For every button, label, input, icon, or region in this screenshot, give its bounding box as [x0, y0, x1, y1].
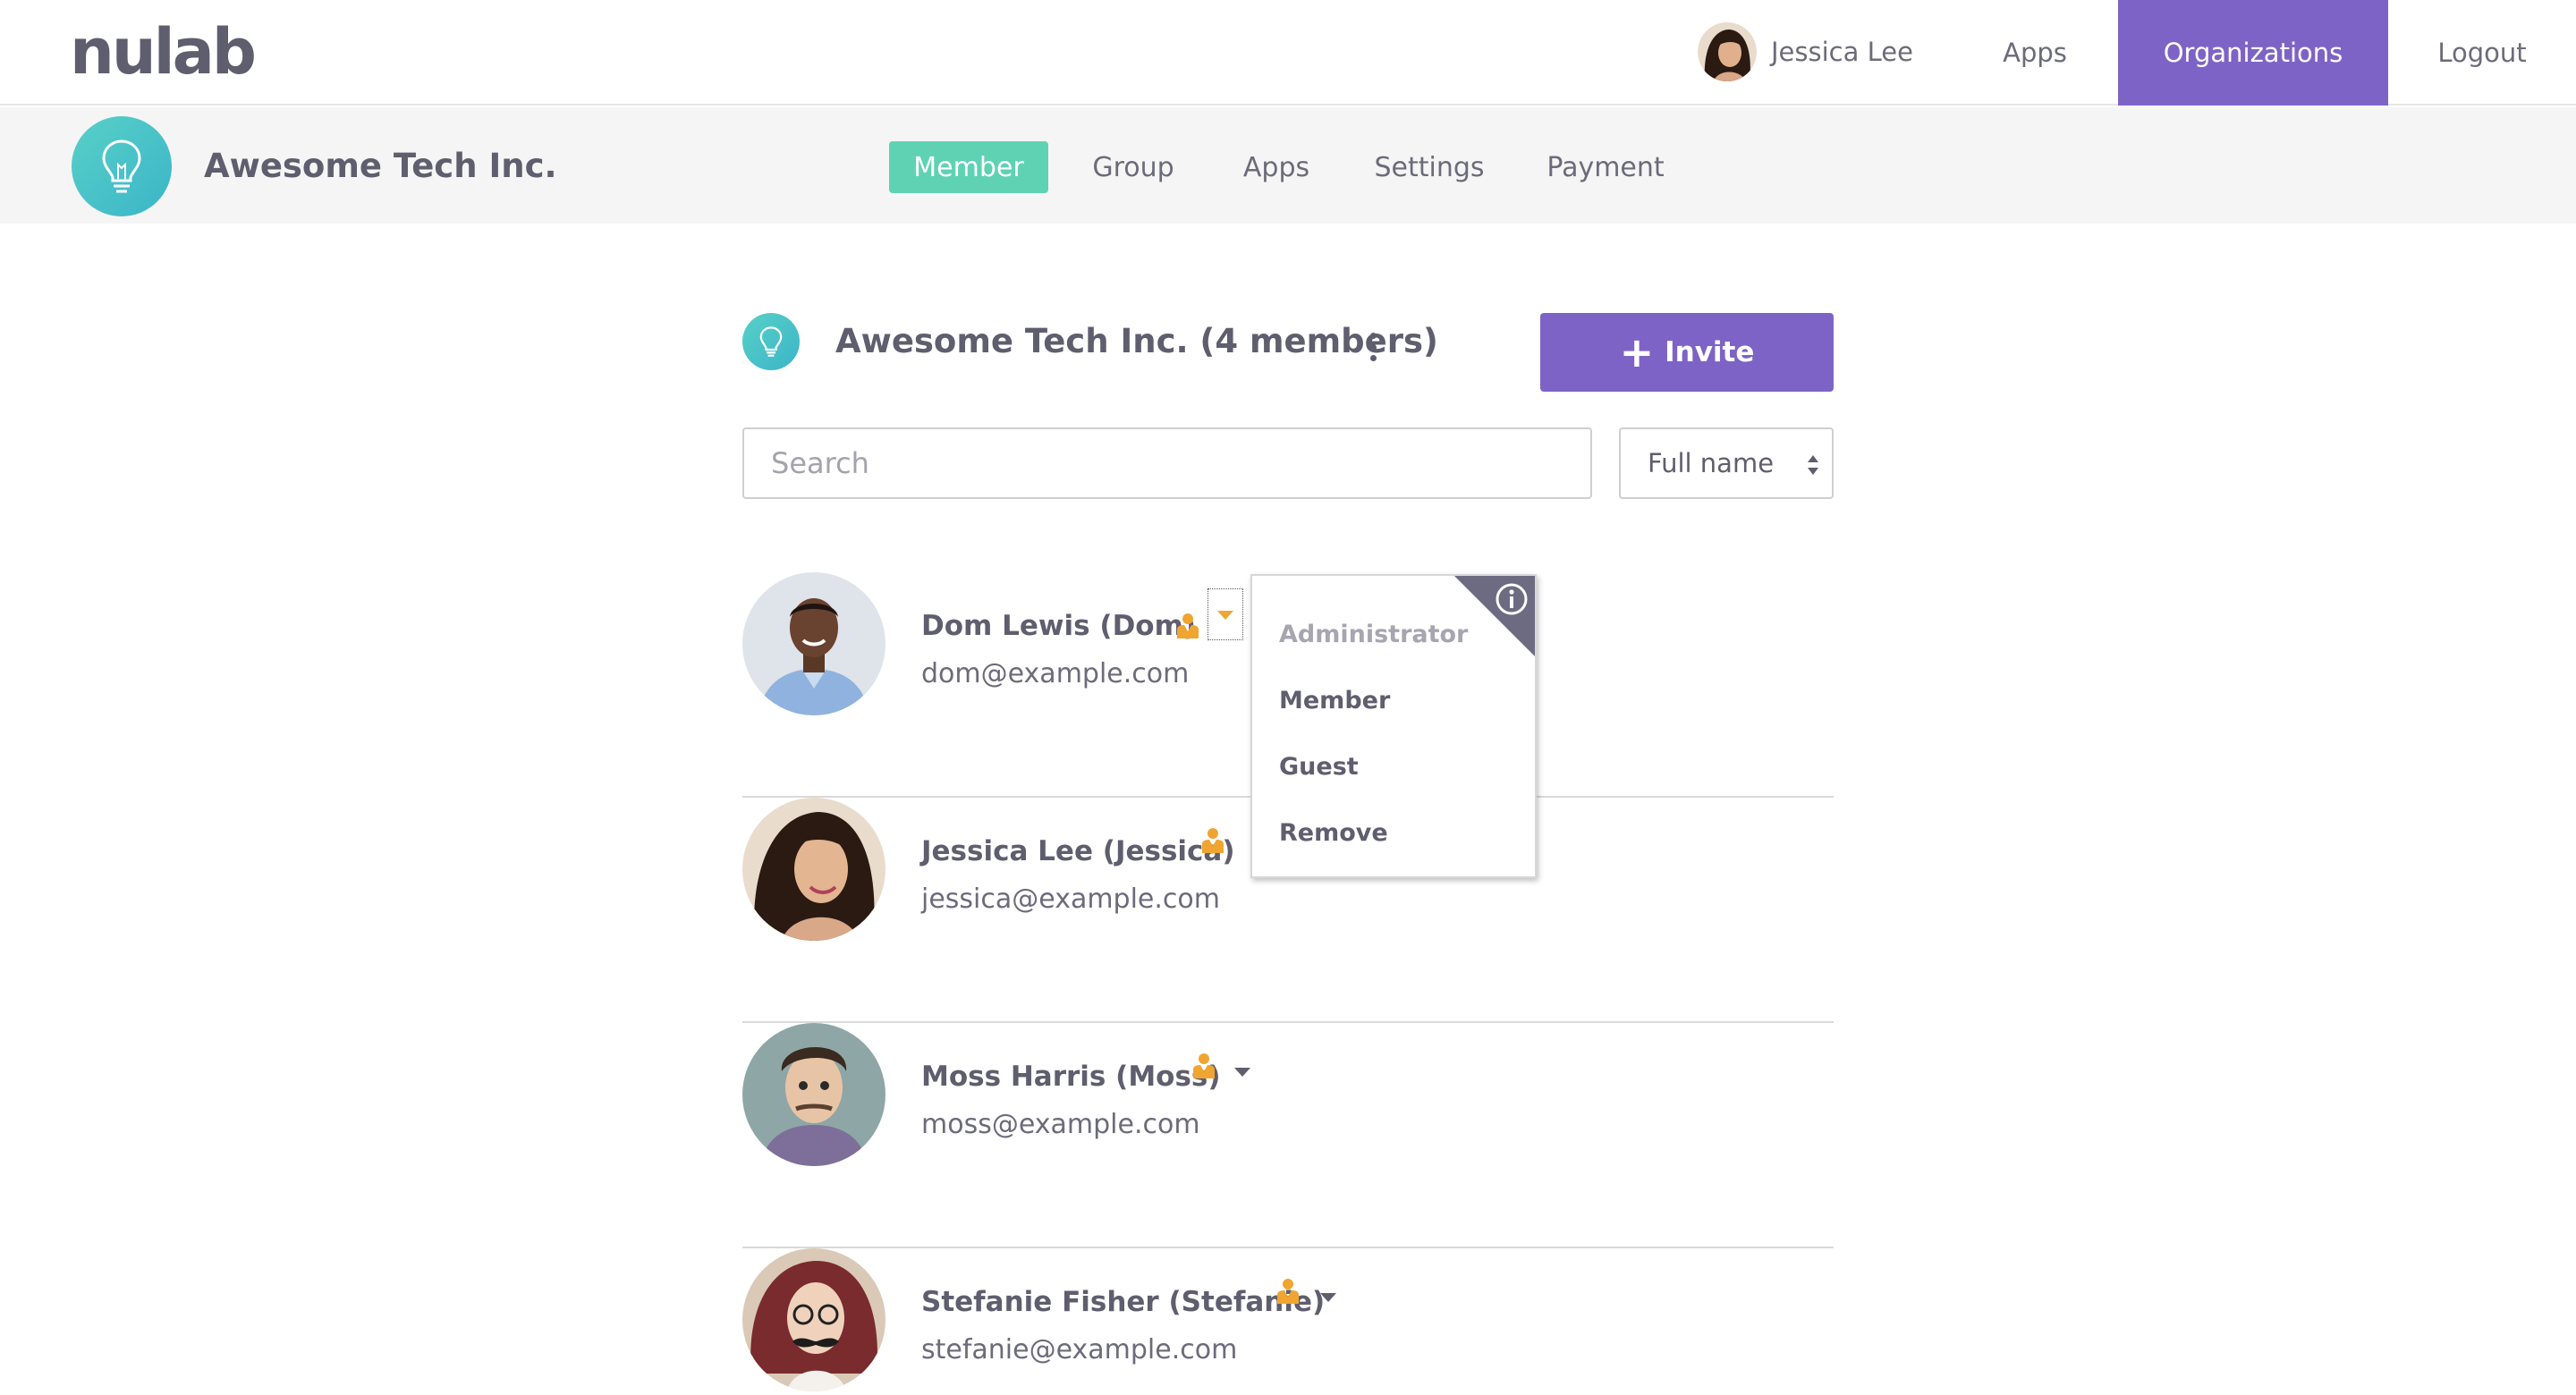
current-user-avatar — [1698, 22, 1757, 81]
tab-apps[interactable]: Apps — [1227, 141, 1326, 193]
members-heading: Awesome Tech Inc. (4 members) — [835, 322, 1438, 360]
tab-settings[interactable]: Settings — [1360, 141, 1499, 193]
more-options-icon[interactable] — [1367, 333, 1379, 361]
member-avatar — [742, 1023, 886, 1166]
organization-bar: Awesome Tech Inc. Member Group Apps Sett… — [0, 107, 2576, 224]
member-email: stefanie@example.com — [921, 1334, 1238, 1365]
tab-member[interactable]: Member — [889, 141, 1048, 193]
member-email: moss@example.com — [921, 1109, 1200, 1140]
role-option-remove[interactable]: Remove — [1279, 819, 1388, 847]
lightbulb-icon — [759, 326, 783, 357]
role-option-administrator: Administrator — [1279, 621, 1469, 648]
invite-button[interactable]: + Invite — [1540, 313, 1834, 392]
sort-arrows-icon — [1808, 455, 1818, 475]
administrator-icon — [1202, 828, 1224, 853]
tab-payment[interactable]: Payment — [1537, 141, 1674, 193]
caret-down-icon — [1217, 611, 1233, 620]
organization-logo — [72, 116, 172, 216]
current-user-name: Jessica Lee — [1771, 37, 1913, 67]
current-user-menu[interactable]: Jessica Lee — [1698, 21, 1913, 82]
caret-down-icon[interactable] — [1233, 1066, 1252, 1078]
search-input[interactable] — [742, 427, 1592, 499]
member-name: Moss Harris (Moss) — [921, 1061, 1221, 1093]
nav-organizations[interactable]: Organizations — [2118, 0, 2388, 106]
member-row: Moss Harris (Moss) moss@example.com — [742, 1023, 1834, 1248]
role-option-member[interactable]: Member — [1279, 687, 1390, 714]
member-avatar — [742, 572, 886, 715]
member-email: dom@example.com — [921, 658, 1190, 689]
caret-down-icon[interactable] — [1318, 1291, 1338, 1304]
lightbulb-icon — [102, 140, 141, 193]
member-avatar — [742, 1248, 886, 1391]
role-dropdown-menu: Administrator Member Guest Remove — [1250, 574, 1537, 878]
administrator-icon — [1193, 1053, 1215, 1078]
role-option-guest[interactable]: Guest — [1279, 753, 1359, 781]
member-avatar — [742, 798, 886, 941]
invite-label: Invite — [1665, 336, 1755, 368]
plus-icon: + — [1619, 328, 1655, 376]
sort-selected-value: Full name — [1648, 448, 1775, 478]
tab-group[interactable]: Group — [1075, 141, 1191, 193]
top-navigation-bar: nulab Jessica Lee Apps Organizations Log… — [0, 0, 2576, 106]
member-email: jessica@example.com — [921, 884, 1220, 915]
nulab-logo[interactable]: nulab — [70, 20, 257, 84]
administrator-icon — [1177, 613, 1199, 638]
member-name: Stefanie Fisher (Stefanie) — [921, 1286, 1326, 1318]
organization-icon — [742, 313, 800, 370]
member-name: Dom Lewis (Dom) — [921, 610, 1197, 642]
administrator-icon — [1277, 1279, 1299, 1304]
nav-apps[interactable]: Apps — [1968, 0, 2102, 106]
role-dropdown-toggle[interactable] — [1208, 588, 1243, 640]
member-row: Stefanie Fisher (Stefanie) stefanie@exam… — [742, 1248, 1834, 1395]
sort-select[interactable]: Full name — [1619, 427, 1834, 499]
organization-name: Awesome Tech Inc. — [204, 147, 557, 185]
nav-logout[interactable]: Logout — [2415, 0, 2549, 106]
member-name: Jessica Lee (Jessica) — [921, 835, 1235, 867]
